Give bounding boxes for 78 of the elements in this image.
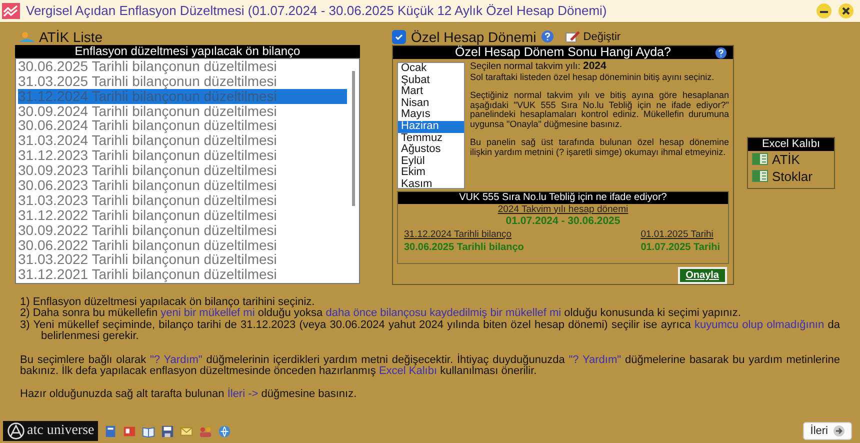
month-item[interactable]: Ocak — [398, 63, 464, 75]
info-paragraph: Sol taraftaki listeden özel hesap döneminin bitiş ayını seçiniz. — [470, 72, 716, 82]
list-item[interactable]: 30.06.2025 Tarihli bilançonun düzeltilmesi — [18, 58, 347, 74]
year-label: Seçilen normal takvim yılı: — [470, 61, 580, 72]
instruction-text: 2) Daha sonra bu mükellefin yeni bir mükellef mi olduğu yoksa daha önce bilançosu kaydedilmiş bir mükellef mi olduğu konusunda ki seçimi yapınız. — [20, 308, 742, 320]
panel-header: Excel Kalıbı — [748, 138, 834, 151]
chart-icon — [2, 2, 20, 19]
save-icon[interactable] — [161, 424, 174, 438]
list-item[interactable]: 31.03.2024 Tarihli bilançonun düzeltilmesi — [18, 133, 347, 148]
list-item[interactable]: 30.06.2024 Tarihli bilançonun düzeltilmesi — [18, 118, 347, 134]
info-paragraph: Seçtiğiniz normal takvim yılı ve bitiş ayına göre hesaplanan aşağıdaki "VUK 555 Sıra No.lu Tebliğ için ne ifade ediyor?" panelindeki hesaplamaları kontrol ediniz. Mükellefin durumuna uygunsa "Onayla" düğmesine basınız. — [470, 91, 729, 130]
month-item[interactable]: Haziran — [398, 120, 464, 133]
period-value: 01.07.2024 - 30.06.2025 — [506, 214, 620, 227]
date-label: 01.01.2025 Tarihi — [640, 228, 714, 240]
note-text: Bu seçimlere bağlı olarak "? Yardım" düğmelerinin içerdikleri yardım metni değişecektir. İhtiyaç duyduğunuzda "? Yardım" düğmelerine basarak bu yardım metinlerine bakınız. İlk defa yapılacak enflasyon düzeltmesinde önceden hazırlanmış Excel Kalıbı kullanılması önerilir. — [20, 354, 840, 378]
excel-template-button[interactable]: ATİK — [748, 150, 834, 168]
list-item[interactable]: 30.06.2022 Tarihli bilançonun düzeltilmesi — [18, 238, 347, 252]
month-item[interactable]: Ağustos — [398, 144, 464, 156]
logo-mark-icon — [7, 422, 25, 440]
confirm-button[interactable]: Onayla — [678, 266, 727, 284]
checkbox-label: Özel Hesap Dönemi — [411, 28, 536, 45]
month-item[interactable]: Ekim — [398, 167, 464, 179]
spreadsheet-icon — [752, 153, 768, 166]
link[interactable]: Excel Kalıbı — [378, 365, 438, 378]
list-item[interactable]: 31.03.2023 Tarihli bilançonun düzeltilmesi — [18, 192, 347, 208]
help-icon[interactable] — [715, 46, 727, 59]
next-button[interactable]: İleri — [803, 422, 852, 440]
list-item[interactable]: 31.12.2023 Tarihli bilançonun düzeltilmesi — [18, 148, 347, 164]
book-icon[interactable] — [104, 424, 118, 438]
arrow-right-icon — [833, 425, 845, 438]
balance-value: 30.06.2025 Tarihli bilanço — [404, 242, 524, 253]
list-item[interactable]: 31.03.2025 Tarihli bilançonun düzeltilmesi — [18, 74, 347, 89]
checkbox[interactable] — [392, 30, 406, 44]
link[interactable]: kuyumcu olup olmadığının — [694, 318, 824, 331]
logo: atc universe — [3, 421, 98, 442]
list-item[interactable]: 31.12.2021 Tarihli bilançonun düzeltilmesi — [18, 267, 347, 282]
link[interactable]: daha önce bilançosu kaydedilmiş bir mükellef mi — [326, 307, 562, 320]
list-item[interactable]: 31.12.2022 Tarihli bilançonun düzeltilmesi — [18, 208, 347, 223]
minimize-button[interactable] — [816, 2, 832, 19]
mail-icon[interactable] — [180, 424, 194, 438]
month-item[interactable]: Mart — [398, 86, 464, 98]
panel-header: Özel Hesap Dönem Sonu Hangi Ayda? — [393, 46, 733, 60]
presentation-icon[interactable] — [123, 424, 136, 438]
book-icon[interactable] — [142, 424, 156, 438]
month-item[interactable]: Nisan — [398, 98, 464, 110]
vuk-header: VUK 555 Sıra No.lu Tebliğ için ne ifade ediyor? — [398, 192, 728, 204]
note-text: Hazır olduğunuzda sağ alt tarafta bulunan İleri -> düğmesine basınız. — [20, 389, 358, 401]
link[interactable]: "? Yardım" — [568, 354, 622, 366]
change-button[interactable]: Değiştir — [565, 30, 621, 44]
balance-label: 31.12.2024 Tarihli bilanço — [404, 228, 513, 240]
period-label: 2024 Takvim yılı hesap dönemi — [498, 204, 628, 215]
globe-icon[interactable] — [218, 424, 232, 438]
month-item[interactable]: Şubat — [398, 74, 464, 86]
month-item[interactable]: Kasım — [398, 178, 464, 188]
info-paragraph: Bu panelin sağ üst tarafında bulunan özel hesap dönemine ilişkin yardım metnini (? işaretli simge) okumayı ihmal etmeyiniz. — [470, 138, 729, 158]
date-value: 01.07.2025 Tarihi — [640, 242, 720, 253]
link[interactable]: yeni bir mükellef mi — [160, 307, 255, 320]
list-item[interactable]: 30.09.2024 Tarihli bilançonun düzeltilmesi — [18, 104, 347, 118]
list-item[interactable]: 31.03.2022 Tarihli bilançonun düzeltilmesi — [18, 252, 347, 268]
pencil-icon — [565, 30, 582, 44]
spreadsheet-icon — [752, 170, 768, 182]
list-item[interactable]: 30.09.2022 Tarihli bilançonun düzeltilmesi — [18, 222, 347, 238]
list-header: Enflasyon düzeltmesi yapılacak ön bilanço — [15, 44, 360, 58]
window-title: Vergisel Açıdan Enflasyon Düzeltmesi (01.07.2024 - 30.06.2025 Küçük 12 Aylık Özel Hesap Dönemi) — [26, 3, 607, 18]
month-item[interactable]: Eylül — [398, 156, 464, 168]
instruction-text: 3) Yeni mükellef seçiminde, bilanço tarihi de 31.12.2023 (veya 30.06.2024 yahut 2024 yılında biten özel hesap dönemi) seçilir ise ayrıca kuyumcu olup olmadığının da belirlenmesi gerekir. — [20, 320, 840, 343]
list-item[interactable]: 30.09.2023 Tarihli bilançonun düzeltilmesi — [18, 163, 347, 178]
month-item[interactable]: Mayıs — [398, 109, 464, 121]
year-value: 2024 — [582, 60, 606, 72]
close-button[interactable] — [838, 2, 854, 19]
instruction-text: 1) Enflasyon düzeltmesi yapılacak ön bilanço tarihini seçiniz. — [20, 296, 316, 308]
panel-title: ATİK Liste — [39, 28, 103, 45]
list-item[interactable]: 30.06.2023 Tarihli bilançonun düzeltilmesi — [18, 178, 347, 193]
link[interactable]: "? Yardım" — [150, 354, 202, 366]
landscape-icon — [19, 30, 35, 43]
month-item[interactable]: Temmuz — [398, 132, 464, 144]
excel-template-button[interactable]: Stoklar — [748, 168, 834, 185]
link[interactable]: İleri -> — [227, 388, 258, 400]
